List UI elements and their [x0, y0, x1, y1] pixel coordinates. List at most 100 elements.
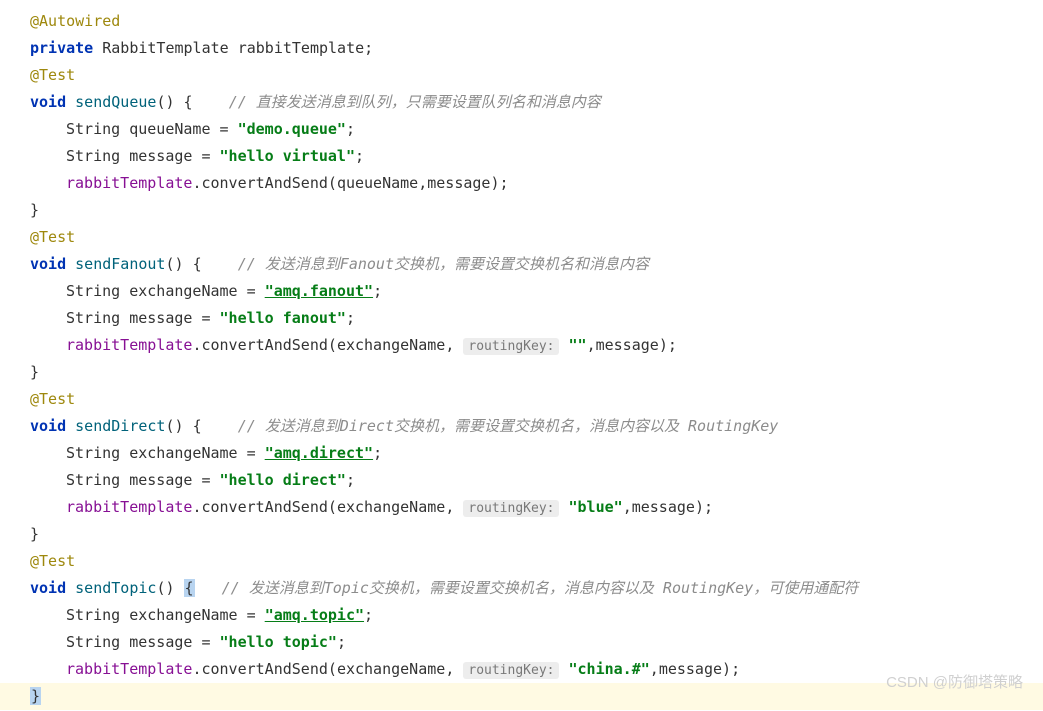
close-brace: } [30, 363, 39, 381]
code-line: @Test [0, 224, 1043, 251]
annotation-test: @Test [30, 552, 75, 570]
var-exchangename: exchangeName [129, 606, 237, 624]
method-call: convertAndSend [201, 498, 327, 516]
code-line: } [0, 359, 1043, 386]
field-name: rabbitTemplate [238, 39, 364, 57]
param-hint: routingKey: [463, 662, 559, 679]
close-brace-matched: } [30, 687, 41, 705]
open-brace-matched: { [184, 579, 195, 597]
type-rabbittemplate: RabbitTemplate [102, 39, 228, 57]
code-line: @Autowired [0, 8, 1043, 35]
comma: , [650, 660, 659, 678]
code-line: void sendFanout() { // 发送消息到Fanout交换机，需要… [0, 251, 1043, 278]
semicolon: ; [500, 174, 509, 192]
comma: , [445, 660, 454, 678]
comment: // 发送消息到Direct交换机，需要设置交换机名，消息内容以及 Routin… [238, 417, 779, 435]
method-call: convertAndSend [201, 660, 327, 678]
var-message: message [129, 309, 192, 327]
annotation-test: @Test [30, 66, 75, 84]
comma: , [445, 498, 454, 516]
string-literal: "hello topic" [220, 633, 337, 651]
comma: , [445, 336, 454, 354]
code-line: @Test [0, 62, 1043, 89]
type-string: String [66, 147, 120, 165]
param-hint: routingKey: [463, 500, 559, 517]
equals: = [238, 606, 265, 624]
semicolon: ; [668, 336, 677, 354]
arg: exchangeName [337, 336, 445, 354]
comma: , [418, 174, 427, 192]
open-brace: { [193, 417, 202, 435]
code-line: private RabbitTemplate rabbitTemplate; [0, 35, 1043, 62]
comment: // 直接发送消息到队列，只需要设置队列名和消息内容 [229, 93, 601, 111]
string-literal: "hello virtual" [220, 147, 355, 165]
var-message: message [129, 471, 192, 489]
string-literal: "blue" [569, 498, 623, 516]
code-line: String message = "hello direct"; [0, 467, 1043, 494]
string-literal: "demo.queue" [238, 120, 346, 138]
code-line: rabbitTemplate.convertAndSend(exchangeNa… [0, 494, 1043, 521]
close-brace: } [30, 525, 39, 543]
open-paren: ( [328, 660, 337, 678]
string-literal: "" [569, 336, 587, 354]
code-line: String message = "hello topic"; [0, 629, 1043, 656]
keyword-void: void [30, 255, 66, 273]
close-paren: ) [490, 174, 499, 192]
open-paren: ( [328, 336, 337, 354]
type-string: String [66, 120, 120, 138]
arg: exchangeName [337, 660, 445, 678]
var-message: message [129, 633, 192, 651]
string-literal: "hello fanout" [220, 309, 346, 327]
equals: = [192, 309, 219, 327]
arg: exchangeName [337, 498, 445, 516]
code-editor[interactable]: @Autowired private RabbitTemplate rabbit… [0, 8, 1043, 710]
annotation-autowired: @Autowired [30, 12, 120, 30]
method-call: convertAndSend [201, 336, 327, 354]
code-line: String queueName = "demo.queue"; [0, 116, 1043, 143]
equals: = [192, 147, 219, 165]
close-paren: ) [695, 498, 704, 516]
equals: = [192, 633, 219, 651]
method-sendtopic: sendTopic [75, 579, 156, 597]
code-line: String exchangeName = "amq.direct"; [0, 440, 1043, 467]
string-literal: "hello direct" [220, 471, 346, 489]
annotation-test: @Test [30, 228, 75, 246]
open-brace: { [193, 255, 202, 273]
param-hint: routingKey: [463, 338, 559, 355]
equals: = [238, 444, 265, 462]
comment: // 发送消息到Topic交换机，需要设置交换机名，消息内容以及 Routing… [222, 579, 859, 597]
code-line: } [0, 197, 1043, 224]
string-literal: "china.#" [569, 660, 650, 678]
method-senddirect: sendDirect [75, 417, 165, 435]
semicolon: ; [346, 471, 355, 489]
code-line: void sendTopic() { // 发送消息到Topic交换机，需要设置… [0, 575, 1043, 602]
close-paren: ) [722, 660, 731, 678]
semicolon: ; [364, 39, 373, 57]
field-ref: rabbitTemplate [66, 336, 192, 354]
parens: () [156, 579, 174, 597]
code-line: String exchangeName = "amq.fanout"; [0, 278, 1043, 305]
equals: = [211, 120, 238, 138]
keyword-void: void [30, 93, 66, 111]
semicolon: ; [355, 147, 364, 165]
equals: = [192, 471, 219, 489]
open-paren: ( [328, 498, 337, 516]
type-string: String [66, 633, 120, 651]
method-sendfanout: sendFanout [75, 255, 165, 273]
keyword-void: void [30, 579, 66, 597]
semicolon: ; [364, 606, 373, 624]
method-call: convertAndSend [201, 174, 327, 192]
parens: () [156, 93, 174, 111]
code-line: @Test [0, 386, 1043, 413]
code-line: String exchangeName = "amq.topic"; [0, 602, 1043, 629]
code-line: rabbitTemplate.convertAndSend(queueName,… [0, 170, 1043, 197]
keyword-void: void [30, 417, 66, 435]
code-line: } [0, 521, 1043, 548]
code-line: void sendDirect() { // 发送消息到Direct交换机，需要… [0, 413, 1043, 440]
method-sendqueue: sendQueue [75, 93, 156, 111]
string-literal: "amq.direct" [265, 444, 373, 462]
close-brace: } [30, 201, 39, 219]
arg: message [632, 498, 695, 516]
code-line: @Test [0, 548, 1043, 575]
open-paren: ( [328, 174, 337, 192]
